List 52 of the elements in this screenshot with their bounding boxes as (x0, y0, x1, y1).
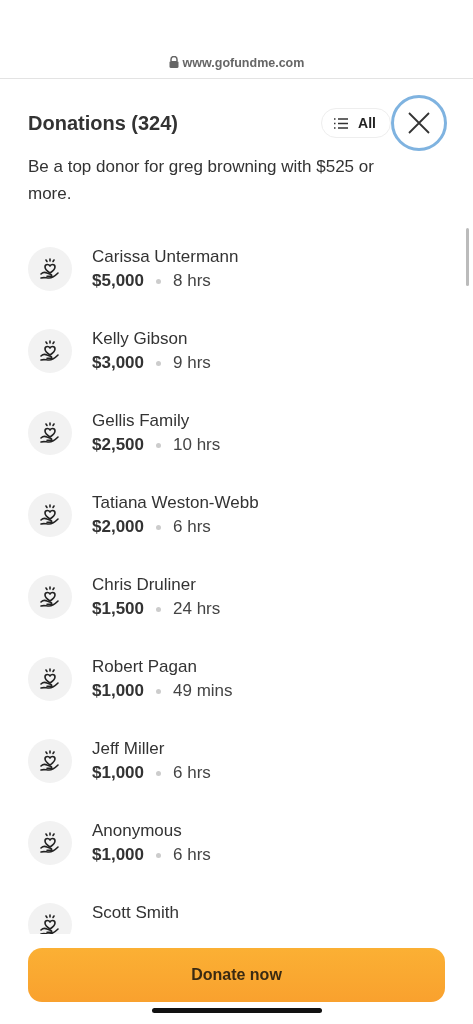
donation-amount: $1,000 (92, 681, 144, 701)
donation-time: 49 mins (173, 681, 233, 701)
list-icon (334, 117, 349, 129)
heart-hand-icon (38, 831, 62, 855)
donation-time: 6 hrs (173, 517, 211, 537)
separator-dot (156, 852, 161, 858)
donation-amount: $1,000 (92, 845, 144, 865)
donation-time: 9 hrs (173, 353, 211, 373)
donor-name: Gellis Family (92, 411, 191, 431)
heart-hand-icon (38, 339, 62, 363)
separator-dot (156, 524, 161, 530)
separator-dot (156, 606, 161, 612)
donor-name: Tatiana Weston-Webb (92, 493, 259, 513)
heart-hand-icon (38, 421, 62, 445)
heart-hand-icon (38, 667, 62, 691)
donor-name: Kelly Gibson (92, 329, 189, 349)
donations-title: Donations (324) (28, 111, 180, 135)
donation-amount: $5,000 (92, 271, 144, 291)
heart-hand-icon (38, 749, 62, 773)
donor-name: Anonymous (92, 821, 183, 841)
heart-hand-icon (38, 585, 62, 609)
donation-time: 24 hrs (173, 599, 221, 619)
donor-name: Robert Pagan (92, 657, 198, 677)
separator-dot (156, 278, 161, 284)
donation-time: 6 hrs (173, 763, 211, 783)
heart-hand-icon (38, 257, 62, 281)
donor-name: Chris Druliner (92, 575, 197, 595)
donation-amount: $2,000 (92, 517, 144, 537)
donation-time: 6 hrs (173, 845, 211, 865)
lock-icon (168, 56, 179, 68)
donate-button[interactable]: Donate now (28, 948, 445, 1002)
donation-time: 8 hrs (173, 271, 211, 291)
donation-time: 10 hrs (173, 435, 221, 455)
donor-name: Jeff Miller (92, 739, 166, 759)
separator-dot (156, 770, 161, 776)
filter-button[interactable]: All (321, 108, 391, 138)
close-icon (408, 112, 430, 134)
scrollbar (466, 228, 469, 286)
heart-hand-icon (38, 913, 62, 934)
donation-amount: $1,000 (92, 763, 144, 783)
donation-amount: $2,500 (92, 435, 144, 455)
donor-name: Scott Smith (92, 903, 179, 923)
close-button[interactable] (391, 95, 447, 151)
subtitle-text: Be a top donor for greg browning with $525 or more. (27, 156, 375, 205)
donor-name: Carissa Untermann (92, 247, 239, 267)
separator-dot (156, 360, 161, 366)
heart-hand-icon (38, 503, 62, 527)
url-text[interactable]: www.gofundme.com (182, 56, 305, 70)
separator-dot (156, 688, 161, 694)
donation-amount: $1,500 (92, 599, 144, 619)
donation-amount: $3,000 (92, 353, 144, 373)
separator-dot (156, 442, 161, 448)
